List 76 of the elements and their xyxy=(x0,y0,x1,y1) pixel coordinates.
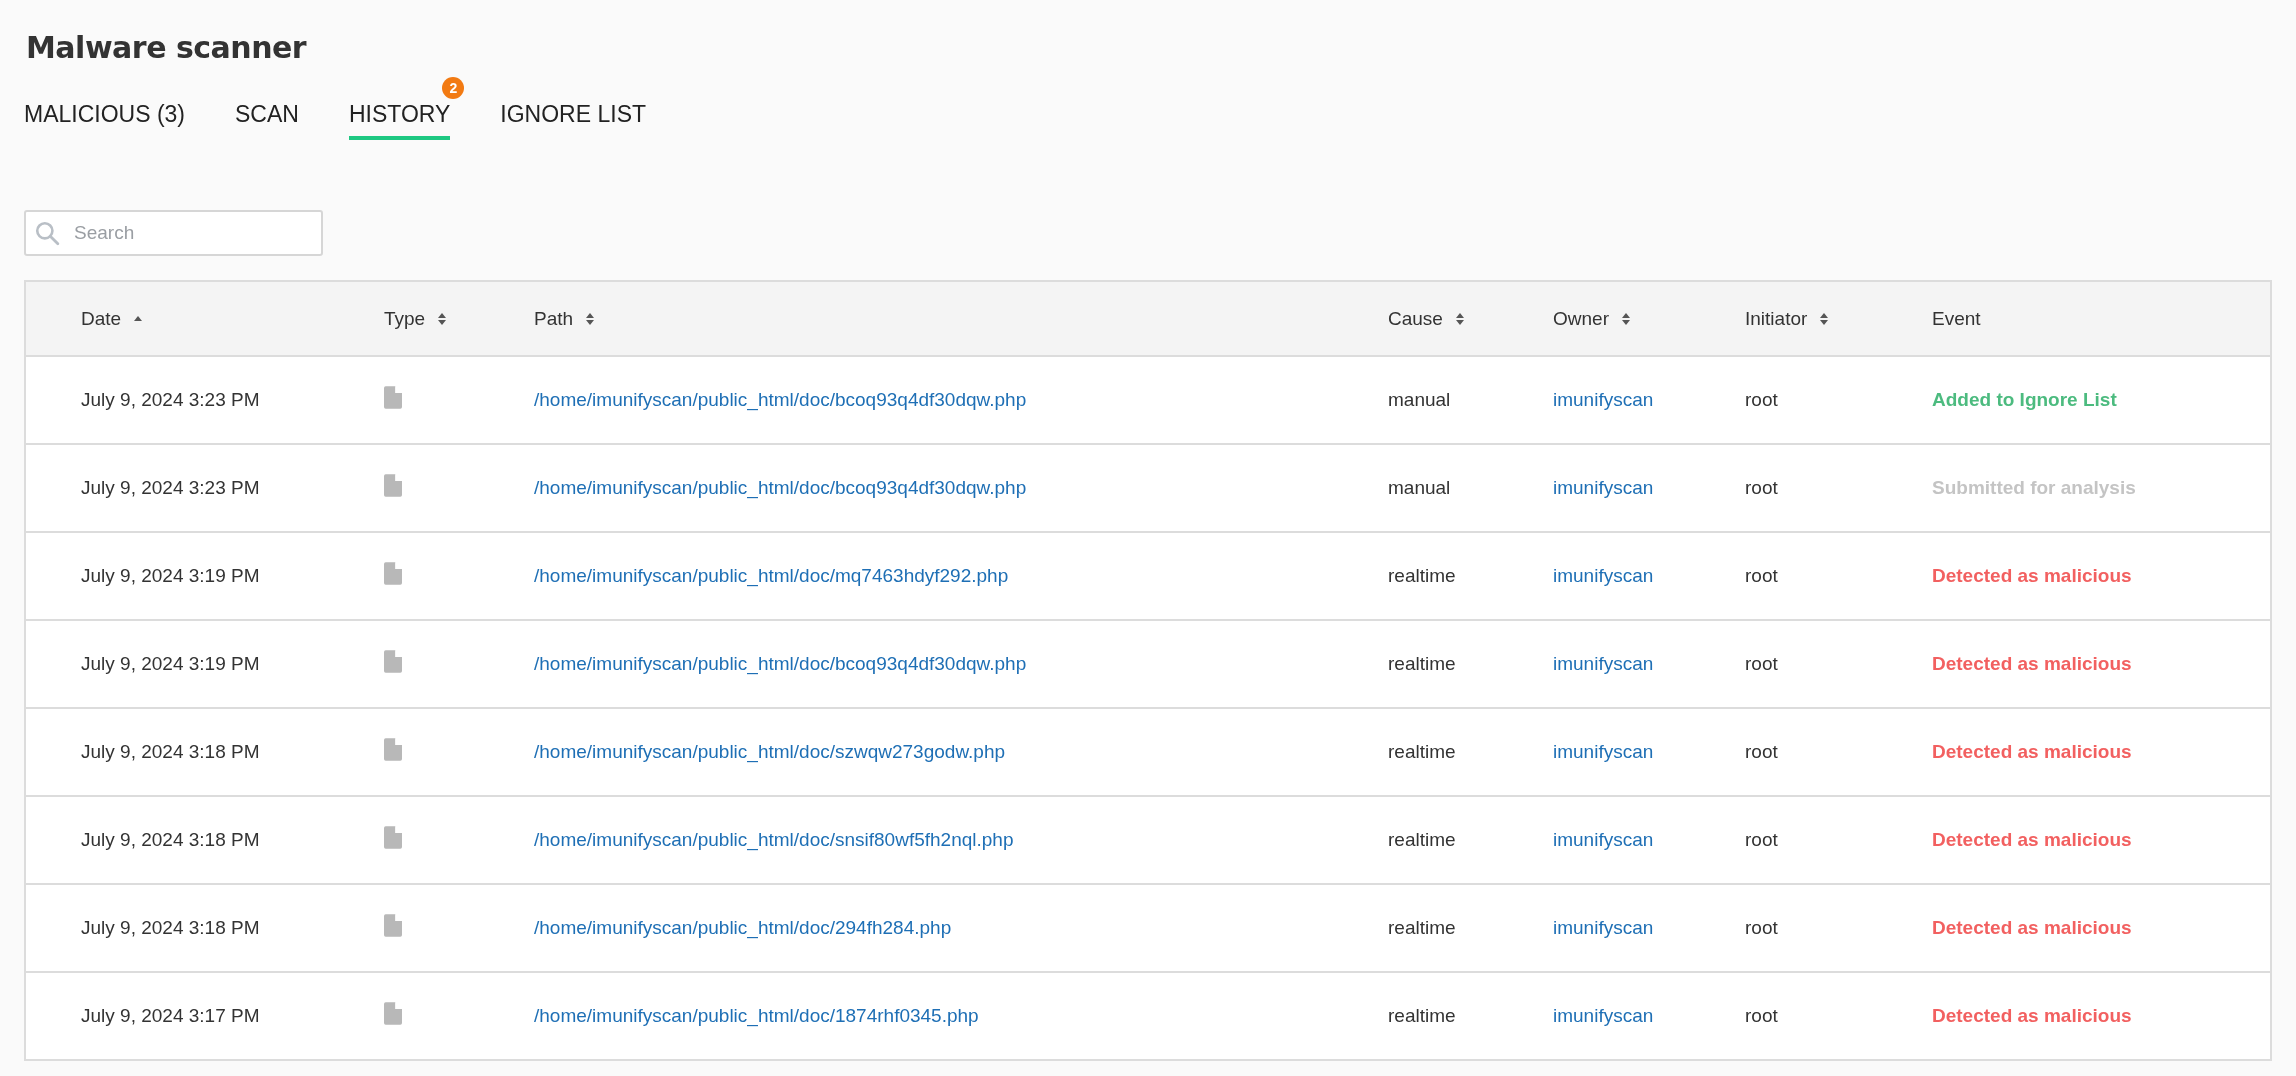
date-cell: July 9, 2024 3:18 PM xyxy=(81,741,260,762)
file-icon xyxy=(384,386,402,409)
column-label: Type xyxy=(384,307,426,330)
file-icon xyxy=(384,914,402,937)
search-icon xyxy=(34,220,60,246)
date-cell: July 9, 2024 3:19 PM xyxy=(81,653,260,674)
tab[interactable]: MALICIOUS (3) xyxy=(24,101,186,140)
cause-cell: realtime xyxy=(1388,741,1456,762)
event-status: Detected as malicious xyxy=(1932,565,2132,586)
sort-icon[interactable] xyxy=(437,311,448,326)
file-path-link[interactable]: /home/imunifyscan/public_html/doc/mq7463hdyf292.php xyxy=(534,565,1009,586)
file-icon xyxy=(384,474,402,497)
initiator-cell: root xyxy=(1745,565,1778,586)
file-icon xyxy=(384,738,402,761)
tab[interactable]: HISTORY xyxy=(348,101,451,140)
sort-icon[interactable] xyxy=(1819,311,1830,326)
initiator-cell: root xyxy=(1745,1005,1778,1026)
column-label: Initiator xyxy=(1745,307,1808,330)
cause-cell: realtime xyxy=(1388,829,1456,850)
owner-link[interactable]: imunifyscan xyxy=(1553,565,1654,586)
cause-cell: realtime xyxy=(1388,565,1456,586)
file-path-link[interactable]: /home/imunifyscan/public_html/doc/bcoq93q4df30dqw.php xyxy=(534,653,1027,674)
sort-icon[interactable] xyxy=(1620,311,1631,326)
column-label: Event xyxy=(1932,307,1981,330)
column-label: Date xyxy=(81,307,122,330)
tab[interactable]: IGNORE LIST xyxy=(500,101,647,140)
date-cell: July 9, 2024 3:19 PM xyxy=(81,565,260,586)
file-path-link[interactable]: /home/imunifyscan/public_html/doc/snsif80wf5fh2nql.php xyxy=(534,829,1014,850)
owner-link[interactable]: imunifyscan xyxy=(1553,389,1654,410)
cause-cell: realtime xyxy=(1388,917,1456,938)
initiator-cell: root xyxy=(1745,829,1778,850)
file-path-link[interactable]: /home/imunifyscan/public_html/doc/1874rhf0345.php xyxy=(534,1005,979,1026)
file-icon xyxy=(384,562,402,585)
owner-link[interactable]: imunifyscan xyxy=(1553,917,1654,938)
file-icon xyxy=(384,650,402,673)
file-icon xyxy=(384,826,402,849)
cause-cell: realtime xyxy=(1388,1005,1456,1026)
event-status: Detected as malicious xyxy=(1932,917,2132,938)
initiator-cell: root xyxy=(1745,741,1778,762)
event-status: Detected as malicious xyxy=(1932,829,2132,850)
search-field[interactable]: Search xyxy=(24,210,323,256)
file-path-link[interactable]: /home/imunifyscan/public_html/doc/bcoq93q4df30dqw.php xyxy=(534,477,1027,498)
owner-link[interactable]: imunifyscan xyxy=(1553,1005,1654,1026)
tab[interactable]: SCAN xyxy=(235,101,299,140)
date-cell: July 9, 2024 3:23 PM xyxy=(81,477,260,498)
column-label: Owner xyxy=(1553,307,1609,330)
initiator-cell: root xyxy=(1745,389,1778,410)
date-cell: July 9, 2024 3:18 PM xyxy=(81,917,260,938)
file-icon xyxy=(384,1002,402,1025)
date-cell: July 9, 2024 3:18 PM xyxy=(81,829,260,850)
file-path-link[interactable]: /home/imunifyscan/public_html/doc/szwqw273godw.php xyxy=(534,741,1006,762)
cause-cell: manual xyxy=(1388,477,1451,498)
owner-link[interactable]: imunifyscan xyxy=(1553,477,1654,498)
column-label: Cause xyxy=(1388,307,1443,330)
sort-icon[interactable] xyxy=(1454,311,1465,326)
initiator-cell: root xyxy=(1745,477,1778,498)
initiator-cell: root xyxy=(1745,653,1778,674)
cause-cell: realtime xyxy=(1388,653,1456,674)
date-cell: July 9, 2024 3:23 PM xyxy=(81,389,260,410)
owner-link[interactable]: imunifyscan xyxy=(1553,829,1654,850)
date-cell: July 9, 2024 3:17 PM xyxy=(81,1005,260,1026)
column-label: Path xyxy=(534,307,574,330)
initiator-cell: root xyxy=(1745,917,1778,938)
cause-cell: manual xyxy=(1388,389,1451,410)
event-status: Detected as malicious xyxy=(1932,741,2132,762)
file-path-link[interactable]: /home/imunifyscan/public_html/doc/294fh284.php xyxy=(534,917,952,938)
sort-icon[interactable] xyxy=(585,311,596,326)
event-status: Detected as malicious xyxy=(1932,653,2132,674)
page-title: Malware scanner xyxy=(26,30,308,65)
event-status: Added to Ignore List xyxy=(1932,389,2117,410)
count-badge: 2 xyxy=(442,77,465,99)
owner-link[interactable]: imunifyscan xyxy=(1553,741,1654,762)
file-path-link[interactable]: /home/imunifyscan/public_html/doc/bcoq93q4df30dqw.php xyxy=(534,389,1027,410)
owner-link[interactable]: imunifyscan xyxy=(1553,653,1654,674)
event-status: Submitted for analysis xyxy=(1932,477,2136,498)
event-status: Detected as malicious xyxy=(1932,1005,2132,1026)
